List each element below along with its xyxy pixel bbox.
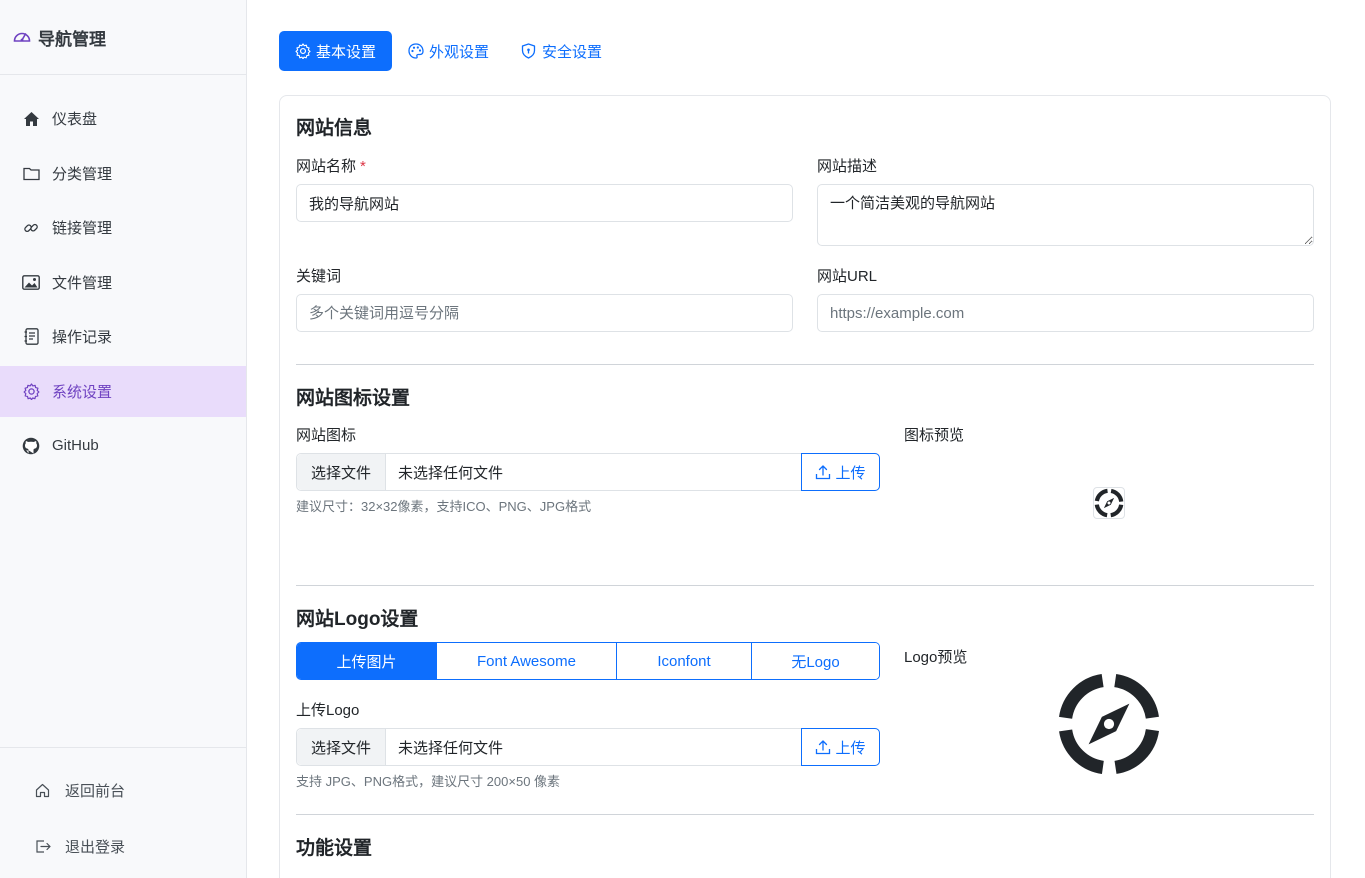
palette-icon xyxy=(408,43,424,59)
favicon-choose-file-button[interactable]: 选择文件 xyxy=(297,454,386,490)
sidebar-bottom: 返回前台 退出登录 xyxy=(0,747,246,878)
github-icon xyxy=(22,437,40,455)
logo-mode-iconfont[interactable]: Iconfont xyxy=(617,643,752,679)
upload-label: 上传 xyxy=(835,464,866,482)
tab-label: 外观设置 xyxy=(429,43,490,61)
favicon-label: 网站图标 xyxy=(296,427,357,444)
site-name-input[interactable] xyxy=(296,184,793,222)
back-to-front-link[interactable]: 返回前台 xyxy=(0,762,246,818)
journal-icon xyxy=(22,328,40,346)
sidebar-item-settings[interactable]: 系统设置 xyxy=(0,365,246,417)
sidebar-item-links[interactable]: 链接管理 xyxy=(0,202,246,253)
link-icon xyxy=(22,219,40,237)
sidebar-item-label: GitHub xyxy=(52,437,99,454)
sidebar-nav: 仪表盘 分类管理 链接管理 文件管理 操作记录 系统设置 GitHub xyxy=(0,93,246,471)
site-desc-textarea[interactable]: 一个简洁美观的导航网站 xyxy=(817,184,1314,246)
sidebar-item-label: 系统设置 xyxy=(52,383,113,401)
favicon-upload-button[interactable]: 上传 xyxy=(801,453,880,491)
required-mark: * xyxy=(360,158,366,175)
tab-appearance[interactable]: 外观设置 xyxy=(392,31,505,71)
favicon-section-title: 网站图标设置 xyxy=(296,388,411,409)
site-name-label: 网站名称 * xyxy=(296,155,366,176)
image-icon xyxy=(22,273,40,291)
house-icon xyxy=(22,110,40,128)
sidebar-item-label: 分类管理 xyxy=(52,165,113,183)
site-url-label: 网站URL xyxy=(817,268,878,285)
sidebar-item-logs[interactable]: 操作记录 xyxy=(0,311,246,362)
logo-upload-label: 上传Logo xyxy=(296,702,360,719)
upload-label: 上传 xyxy=(835,739,866,757)
compass-icon xyxy=(1058,673,1160,775)
tab-security[interactable]: 安全设置 xyxy=(505,31,618,71)
favicon-file-group: 选择文件 未选择任何文件 上传 xyxy=(296,453,880,491)
logo-mode-selector: 上传图片 Font Awesome Iconfont 无Logo xyxy=(296,642,880,680)
divider xyxy=(296,814,1314,815)
logo-mode-upload[interactable]: 上传图片 xyxy=(297,643,437,679)
sidebar-item-label: 文件管理 xyxy=(52,274,113,292)
logout-label: 退出登录 xyxy=(65,838,126,856)
site-desc-label: 网站描述 xyxy=(817,158,878,175)
gear-icon xyxy=(22,382,40,400)
logo-choose-file-button[interactable]: 选择文件 xyxy=(297,729,386,765)
favicon-file-status: 未选择任何文件 xyxy=(398,464,504,482)
sidebar-item-dashboard[interactable]: 仪表盘 xyxy=(0,93,246,144)
logo-mode-none[interactable]: 无Logo xyxy=(752,643,879,679)
tab-label: 基本设置 xyxy=(316,43,377,61)
sidebar-item-label: 链接管理 xyxy=(52,220,113,237)
logo-preview-label: Logo预览 xyxy=(904,649,968,666)
keywords-input[interactable] xyxy=(296,294,793,332)
tab-basic[interactable]: 基本设置 xyxy=(279,31,393,71)
logo-file-status: 未选择任何文件 xyxy=(398,739,504,757)
sidebar-item-github[interactable]: GitHub xyxy=(0,420,246,471)
sidebar: 导航管理 仪表盘 分类管理 链接管理 文件管理 操作记录 系统设置 GitHub… xyxy=(0,0,247,878)
brand[interactable]: 导航管理 xyxy=(0,0,246,75)
site-name-label-text: 网站名称 xyxy=(296,158,357,175)
logo-mode-fontawesome[interactable]: Font Awesome xyxy=(437,643,617,679)
logout-link[interactable]: 退出登录 xyxy=(0,818,246,874)
compass-icon xyxy=(1093,487,1125,519)
logo-hint: 支持 JPG、PNG格式，建议尺寸 200×50 像素 xyxy=(296,774,561,789)
sidebar-item-categories[interactable]: 分类管理 xyxy=(0,148,246,199)
upload-icon xyxy=(815,739,831,755)
logo-upload-button[interactable]: 上传 xyxy=(801,728,880,766)
divider xyxy=(296,585,1314,586)
favicon-preview-label: 图标预览 xyxy=(904,427,965,444)
site-info-title: 网站信息 xyxy=(296,118,373,139)
settings-card: 网站信息 网站名称* 网站描述 一个简洁美观的导航网站 关键词 网站URL 网站… xyxy=(279,95,1331,878)
sidebar-item-label: 仪表盘 xyxy=(52,111,98,128)
logout-icon xyxy=(35,838,51,854)
back-to-front-label: 返回前台 xyxy=(65,782,126,800)
shield-icon xyxy=(521,43,537,59)
gear-icon xyxy=(295,43,311,59)
folder-icon xyxy=(22,164,40,182)
logo-section-title: 网站Logo设置 xyxy=(296,609,419,630)
brand-title: 导航管理 xyxy=(38,29,106,49)
sidebar-item-files[interactable]: 文件管理 xyxy=(0,257,246,308)
site-url-input[interactable] xyxy=(817,294,1314,332)
upload-icon xyxy=(815,464,831,480)
gauge-icon xyxy=(12,27,32,47)
tab-label: 安全设置 xyxy=(542,43,603,61)
divider xyxy=(296,364,1314,365)
logo-file-group: 选择文件 未选择任何文件 上传 xyxy=(296,728,880,766)
favicon-hint: 建议尺寸：32×32像素，支持ICO、PNG、JPG格式 xyxy=(296,499,592,514)
features-section-title: 功能设置 xyxy=(296,838,373,859)
home-outline-icon xyxy=(35,782,51,798)
settings-tabs: 基本设置 外观设置 安全设置 xyxy=(279,31,618,71)
keywords-label: 关键词 xyxy=(296,268,342,285)
sidebar-item-label: 操作记录 xyxy=(52,329,113,346)
